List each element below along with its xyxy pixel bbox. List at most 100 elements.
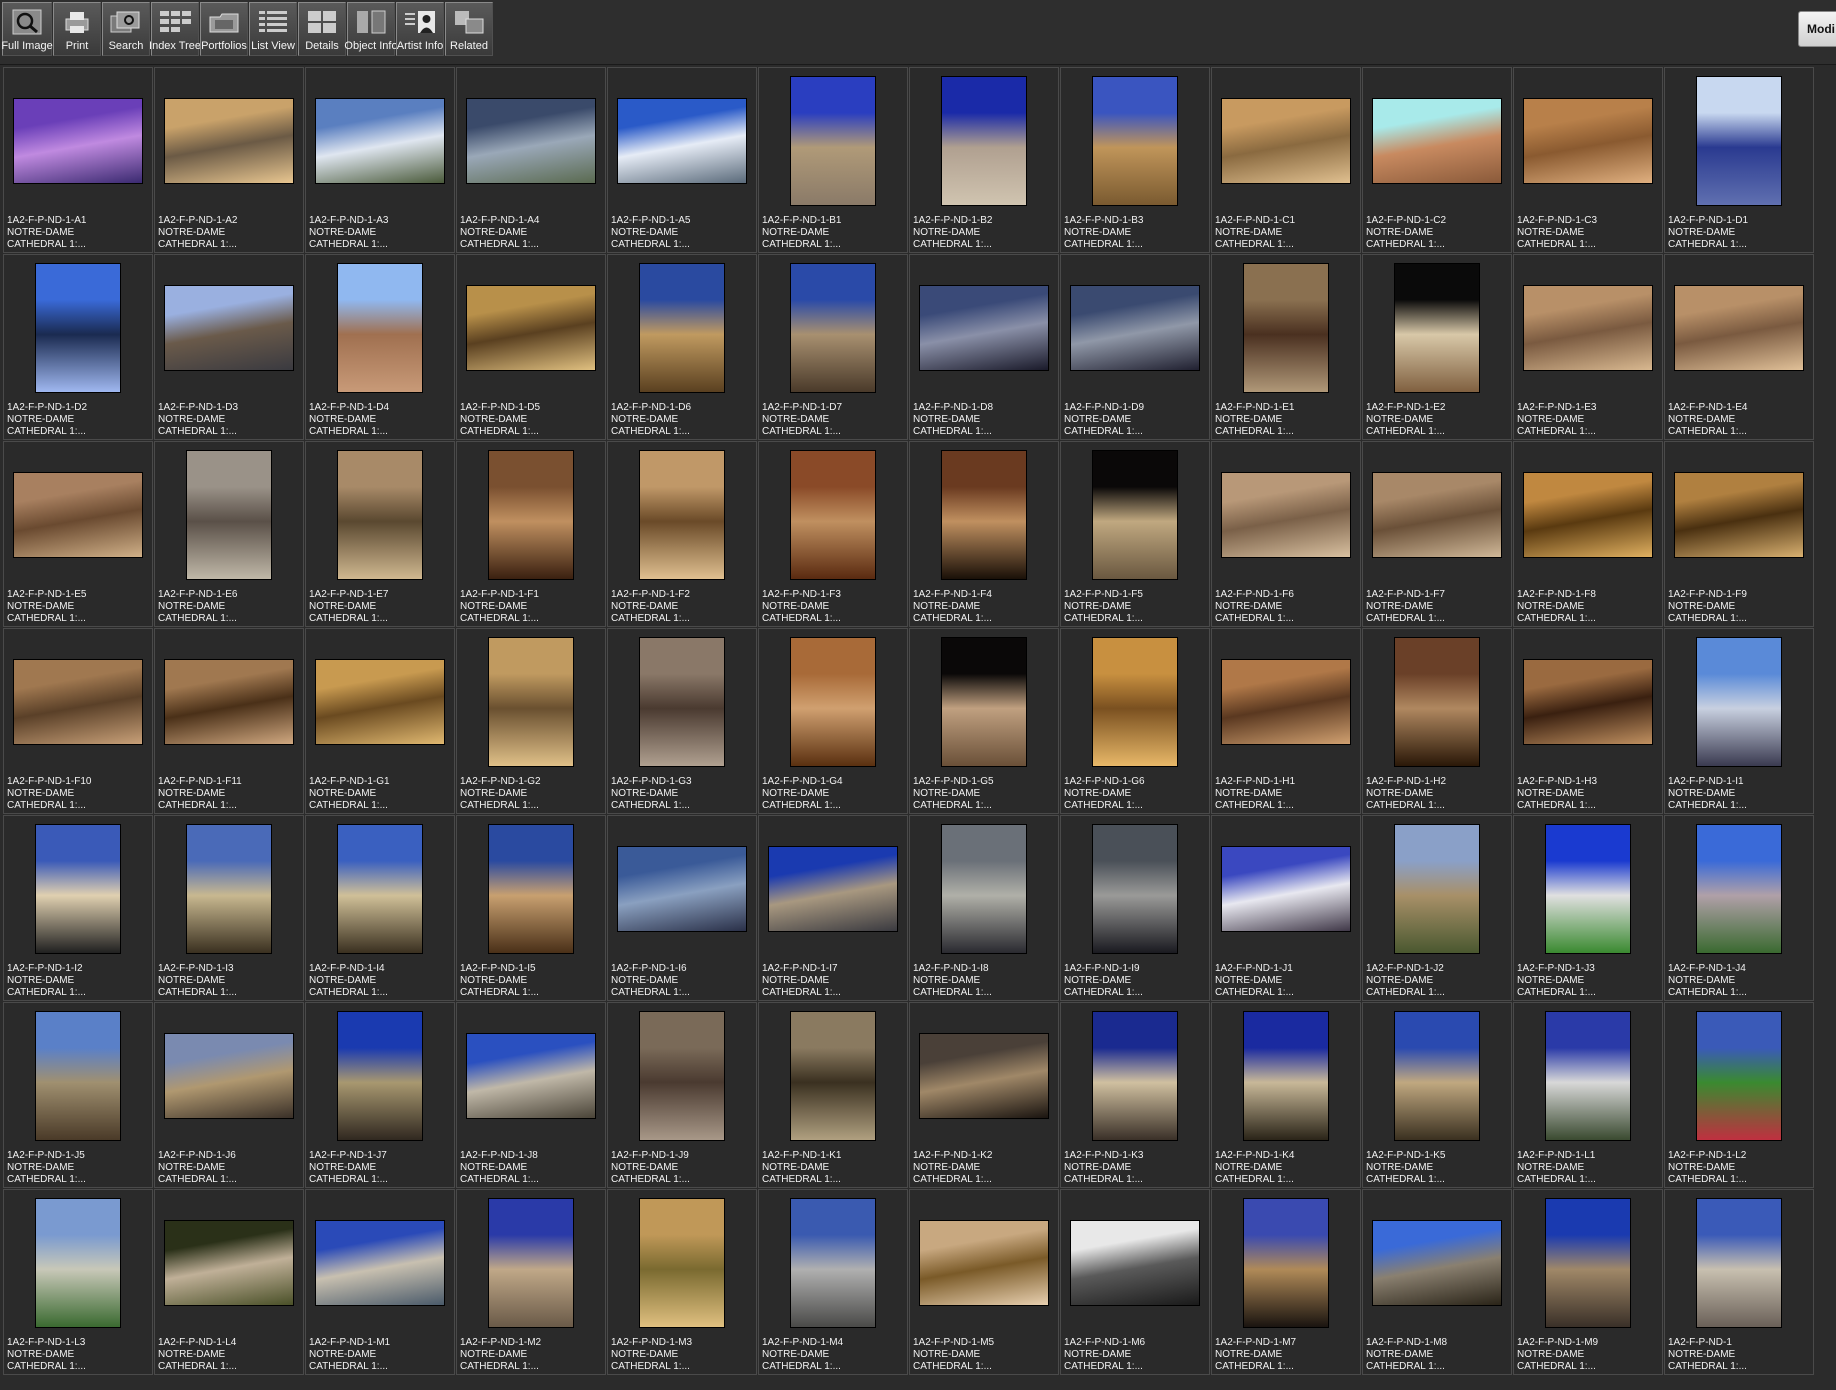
thumbnail-image[interactable] <box>1696 824 1782 954</box>
thumbnail-cell[interactable]: 1A2-F-P-ND-1-L1 NOTRE-DAME CATHEDRAL 1:... <box>1513 1002 1663 1188</box>
thumbnail-cell[interactable]: 1A2-F-P-ND-1-F3 NOTRE-DAME CATHEDRAL 1:... <box>758 441 908 627</box>
thumbnail-image[interactable] <box>1696 1011 1782 1141</box>
thumbnail-cell[interactable]: 1A2-F-P-ND-1-G2 NOTRE-DAME CATHEDRAL 1:... <box>456 628 606 814</box>
thumbnail-cell[interactable]: 1A2-F-P-ND-1-D8 NOTRE-DAME CATHEDRAL 1:... <box>909 254 1059 440</box>
thumbnail-cell[interactable]: 1A2-F-P-ND-1-K4 NOTRE-DAME CATHEDRAL 1:... <box>1211 1002 1361 1188</box>
thumbnail-image[interactable] <box>790 263 876 393</box>
thumbnail-image[interactable] <box>790 450 876 580</box>
thumbnail-cell[interactable]: 1A2-F-P-ND-1-G6 NOTRE-DAME CATHEDRAL 1:... <box>1060 628 1210 814</box>
thumbnail-cell[interactable]: 1A2-F-P-ND-1-G1 NOTRE-DAME CATHEDRAL 1:... <box>305 628 455 814</box>
thumbnail-cell[interactable]: 1A2-F-P-ND-1-B3 NOTRE-DAME CATHEDRAL 1:... <box>1060 67 1210 253</box>
thumbnail-image[interactable] <box>337 263 423 393</box>
thumbnail-image[interactable] <box>466 285 596 371</box>
thumbnail-image[interactable] <box>488 824 574 954</box>
thumbnail-cell[interactable]: 1A2-F-P-ND-1-I2 NOTRE-DAME CATHEDRAL 1:... <box>3 815 153 1001</box>
toolbar-button-related[interactable]: Related <box>445 2 493 56</box>
thumbnail-cell[interactable]: 1A2-F-P-ND-1-E3 NOTRE-DAME CATHEDRAL 1:... <box>1513 254 1663 440</box>
thumbnail-cell[interactable]: 1A2-F-P-ND-1-I9 NOTRE-DAME CATHEDRAL 1:... <box>1060 815 1210 1001</box>
thumbnail-image[interactable] <box>919 285 1049 371</box>
thumbnail-image[interactable] <box>639 263 725 393</box>
thumbnail-image[interactable] <box>1523 659 1653 745</box>
thumbnail-image[interactable] <box>1372 1220 1502 1306</box>
thumbnail-image[interactable] <box>1092 1011 1178 1141</box>
thumbnail-cell[interactable]: 1A2-F-P-ND-1-B2 NOTRE-DAME CATHEDRAL 1:... <box>909 67 1059 253</box>
thumbnail-cell[interactable]: 1A2-F-P-ND-1-G5 NOTRE-DAME CATHEDRAL 1:... <box>909 628 1059 814</box>
thumbnail-cell[interactable]: 1A2-F-P-ND-1-J4 NOTRE-DAME CATHEDRAL 1:... <box>1664 815 1814 1001</box>
toolbar-button-portfolios[interactable]: Portfolios <box>200 2 248 56</box>
thumbnail-image[interactable] <box>466 98 596 184</box>
thumbnail-image[interactable] <box>639 637 725 767</box>
thumbnail-image[interactable] <box>1243 1198 1329 1328</box>
thumbnail-cell[interactable]: 1A2-F-P-ND-1-F9 NOTRE-DAME CATHEDRAL 1:... <box>1664 441 1814 627</box>
thumbnail-image[interactable] <box>186 450 272 580</box>
thumbnail-image[interactable] <box>919 1220 1049 1306</box>
thumbnail-cell[interactable]: 1A2-F-P-ND-1-I3 NOTRE-DAME CATHEDRAL 1:... <box>154 815 304 1001</box>
thumbnail-image[interactable] <box>1372 472 1502 558</box>
thumbnail-image[interactable] <box>1394 263 1480 393</box>
thumbnail-image[interactable] <box>1243 1011 1329 1141</box>
thumbnail-image[interactable] <box>639 450 725 580</box>
thumbnail-cell[interactable]: 1A2-F-P-ND-1-F5 NOTRE-DAME CATHEDRAL 1:... <box>1060 441 1210 627</box>
thumbnail-cell[interactable]: 1A2-F-P-ND-1-F7 NOTRE-DAME CATHEDRAL 1:... <box>1362 441 1512 627</box>
thumbnail-image[interactable] <box>1674 285 1804 371</box>
thumbnail-image[interactable] <box>790 1011 876 1141</box>
thumbnail-image[interactable] <box>1221 472 1351 558</box>
thumbnail-cell[interactable]: 1A2-F-P-ND-1-G4 NOTRE-DAME CATHEDRAL 1:... <box>758 628 908 814</box>
thumbnail-image[interactable] <box>639 1198 725 1328</box>
thumbnail-image[interactable] <box>1523 98 1653 184</box>
thumbnail-image[interactable] <box>35 824 121 954</box>
thumbnail-image[interactable] <box>488 637 574 767</box>
thumbnail-cell[interactable]: 1A2-F-P-ND-1-F8 NOTRE-DAME CATHEDRAL 1:... <box>1513 441 1663 627</box>
thumbnail-image[interactable] <box>617 98 747 184</box>
thumbnail-image[interactable] <box>1394 637 1480 767</box>
thumbnail-cell[interactable]: 1A2-F-P-ND-1-G3 NOTRE-DAME CATHEDRAL 1:... <box>607 628 757 814</box>
thumbnail-cell[interactable]: 1A2-F-P-ND-1-J2 NOTRE-DAME CATHEDRAL 1:... <box>1362 815 1512 1001</box>
thumbnail-image[interactable] <box>919 1033 1049 1119</box>
thumbnail-cell[interactable]: 1A2-F-P-ND-1-F10 NOTRE-DAME CATHEDRAL 1:..… <box>3 628 153 814</box>
thumbnail-image[interactable] <box>1394 1011 1480 1141</box>
thumbnail-image[interactable] <box>164 98 294 184</box>
thumbnail-image[interactable] <box>1092 76 1178 206</box>
thumbnail-image[interactable] <box>790 76 876 206</box>
thumbnail-cell[interactable]: 1A2-F-P-ND-1-I6 NOTRE-DAME CATHEDRAL 1:... <box>607 815 757 1001</box>
thumbnail-cell[interactable]: 1A2-F-P-ND-1-J7 NOTRE-DAME CATHEDRAL 1:... <box>305 1002 455 1188</box>
thumbnail-image[interactable] <box>1523 472 1653 558</box>
thumbnail-cell[interactable]: 1A2-F-P-ND-1-H1 NOTRE-DAME CATHEDRAL 1:... <box>1211 628 1361 814</box>
thumbnail-image[interactable] <box>1372 98 1502 184</box>
thumbnail-cell[interactable]: 1A2-F-P-ND-1-I5 NOTRE-DAME CATHEDRAL 1:... <box>456 815 606 1001</box>
thumbnail-image[interactable] <box>1221 659 1351 745</box>
thumbnail-cell[interactable]: 1A2-F-P-ND-1-E2 NOTRE-DAME CATHEDRAL 1:... <box>1362 254 1512 440</box>
thumbnail-cell[interactable]: 1A2-F-P-ND-1-E7 NOTRE-DAME CATHEDRAL 1:... <box>305 441 455 627</box>
thumbnail-image[interactable] <box>617 846 747 932</box>
thumbnail-image[interactable] <box>1545 824 1631 954</box>
thumbnail-image[interactable] <box>186 824 272 954</box>
thumbnail-image[interactable] <box>315 659 445 745</box>
thumbnail-image[interactable] <box>1545 1198 1631 1328</box>
thumbnail-cell[interactable]: 1A2-F-P-ND-1-E6 NOTRE-DAME CATHEDRAL 1:... <box>154 441 304 627</box>
thumbnail-image[interactable] <box>35 1198 121 1328</box>
thumbnail-cell[interactable]: 1A2-F-P-ND-1-F6 NOTRE-DAME CATHEDRAL 1:... <box>1211 441 1361 627</box>
toolbar-button-details[interactable]: Details <box>298 2 346 56</box>
thumbnail-cell[interactable]: 1A2-F-P-ND-1-J6 NOTRE-DAME CATHEDRAL 1:... <box>154 1002 304 1188</box>
thumbnail-image[interactable] <box>1523 285 1653 371</box>
thumbnail-cell[interactable]: 1A2-F-P-ND-1-D7 NOTRE-DAME CATHEDRAL 1:... <box>758 254 908 440</box>
thumbnail-cell[interactable]: 1A2-F-P-ND-1-M3 NOTRE-DAME CATHEDRAL 1:... <box>607 1189 757 1375</box>
thumbnail-image[interactable] <box>337 1011 423 1141</box>
thumbnail-cell[interactable]: 1A2-F-P-ND-1-I8 NOTRE-DAME CATHEDRAL 1:... <box>909 815 1059 1001</box>
thumbnail-cell[interactable]: 1A2-F-P-ND-1 NOTRE-DAME CATHEDRAL 1:... <box>1664 1189 1814 1375</box>
thumbnail-image[interactable] <box>35 1011 121 1141</box>
thumbnail-cell[interactable]: 1A2-F-P-ND-1-M6 NOTRE-DAME CATHEDRAL 1:... <box>1060 1189 1210 1375</box>
thumbnail-image[interactable] <box>466 1033 596 1119</box>
thumbnail-cell[interactable]: 1A2-F-P-ND-1-E5 NOTRE-DAME CATHEDRAL 1:... <box>3 441 153 627</box>
thumbnail-image[interactable] <box>941 76 1027 206</box>
thumbnail-image[interactable] <box>1696 1198 1782 1328</box>
thumbnail-image[interactable] <box>337 450 423 580</box>
thumbnail-cell[interactable]: 1A2-F-P-ND-1-J1 NOTRE-DAME CATHEDRAL 1:... <box>1211 815 1361 1001</box>
thumbnail-image[interactable] <box>790 1198 876 1328</box>
thumbnail-cell[interactable]: 1A2-F-P-ND-1-L3 NOTRE-DAME CATHEDRAL 1:... <box>3 1189 153 1375</box>
thumbnail-image[interactable] <box>1545 1011 1631 1141</box>
thumbnail-cell[interactable]: 1A2-F-P-ND-1-J5 NOTRE-DAME CATHEDRAL 1:... <box>3 1002 153 1188</box>
thumbnail-cell[interactable]: 1A2-F-P-ND-1-H3 NOTRE-DAME CATHEDRAL 1:... <box>1513 628 1663 814</box>
toolbar-button-artist-info[interactable]: Artist Info <box>396 2 444 56</box>
thumbnail-cell[interactable]: 1A2-F-P-ND-1-A5 NOTRE-DAME CATHEDRAL 1:... <box>607 67 757 253</box>
